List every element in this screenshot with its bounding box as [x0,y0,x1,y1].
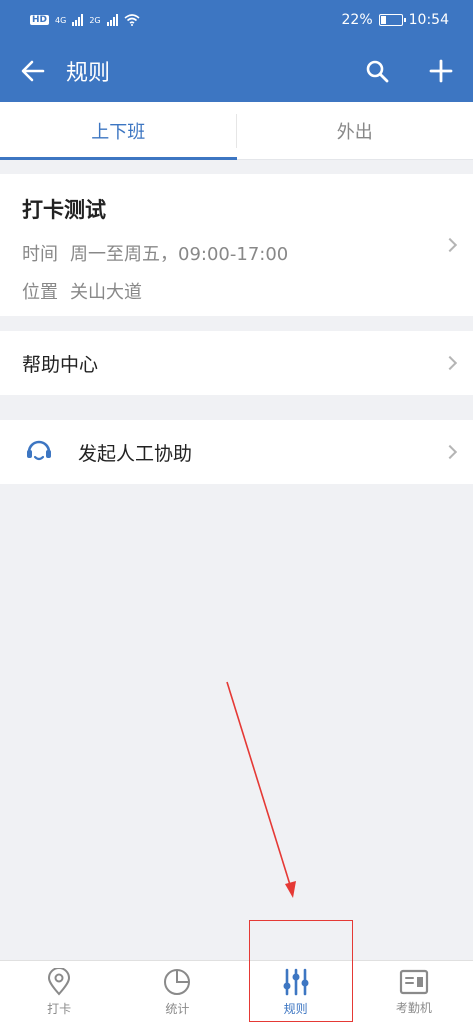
signal-2g-icon [106,14,118,26]
status-bar: HD 4G 2G 22% 10:54 [0,0,473,40]
rule-location-label: 位置 [22,282,58,303]
sliders-icon [283,968,309,996]
bottom-nav: 打卡 统计 规则 考勤机 [0,960,473,1024]
network-4g-label: 4G [55,15,67,25]
network-2g-label: 2G [89,15,101,25]
chevron-right-icon [442,355,458,371]
rule-location-row: 位置 关山大道 [22,278,451,304]
nav-label: 打卡 [47,1002,72,1016]
nav-label: 考勤机 [395,1001,432,1015]
plus-icon [429,59,453,83]
add-button[interactable] [409,40,473,102]
rule-title: 打卡测试 [22,198,106,222]
signal-4g-icon [72,14,84,26]
nav-label: 规则 [283,1002,308,1016]
rule-card[interactable]: 打卡测试 时间 周一至周五，09:00-17:00 位置 关山大道 [0,174,473,316]
help-center-row[interactable]: 帮助中心 [0,331,473,395]
search-icon [366,60,389,83]
rule-location-value: 关山大道 [70,282,142,303]
wifi-icon [124,14,140,26]
help-center-label: 帮助中心 [22,353,99,376]
tab-bar: 上下班 外出 [0,102,473,160]
clock: 10:54 [408,12,449,28]
back-button[interactable] [0,40,66,102]
nav-item-checkin[interactable]: 打卡 [0,961,118,1024]
search-button[interactable] [345,40,409,102]
rule-time-row: 时间 周一至周五，09:00-17:00 [22,240,451,266]
network-status: HD 4G 2G [30,14,140,26]
battery-icon [378,14,406,26]
arrow-left-icon [21,60,45,82]
nav-item-attendance-machine[interactable]: 考勤机 [355,961,473,1024]
page-title: 规则 [66,61,111,86]
battery-percent: 22% [341,12,373,28]
rule-time-label: 时间 [22,244,58,265]
manual-assist-row[interactable]: 发起人工协助 [0,420,473,484]
tab-outing[interactable]: 外出 [237,102,473,159]
hd-badge: HD [30,15,50,25]
tab-commute[interactable]: 上下班 [0,102,237,160]
nav-item-rules[interactable]: 规则 [237,961,355,1024]
chevron-right-icon [442,444,458,460]
nav-item-stats[interactable]: 统计 [118,961,236,1024]
app-bar: 规则 [0,40,473,102]
location-pin-icon [48,968,71,996]
headset-icon [22,435,56,469]
pie-chart-icon [164,969,191,995]
nav-label: 统计 [165,1002,190,1016]
attendance-machine-icon [399,969,428,995]
rule-time-value: 周一至周五，09:00-17:00 [70,244,289,265]
manual-assist-label: 发起人工协助 [78,442,193,465]
